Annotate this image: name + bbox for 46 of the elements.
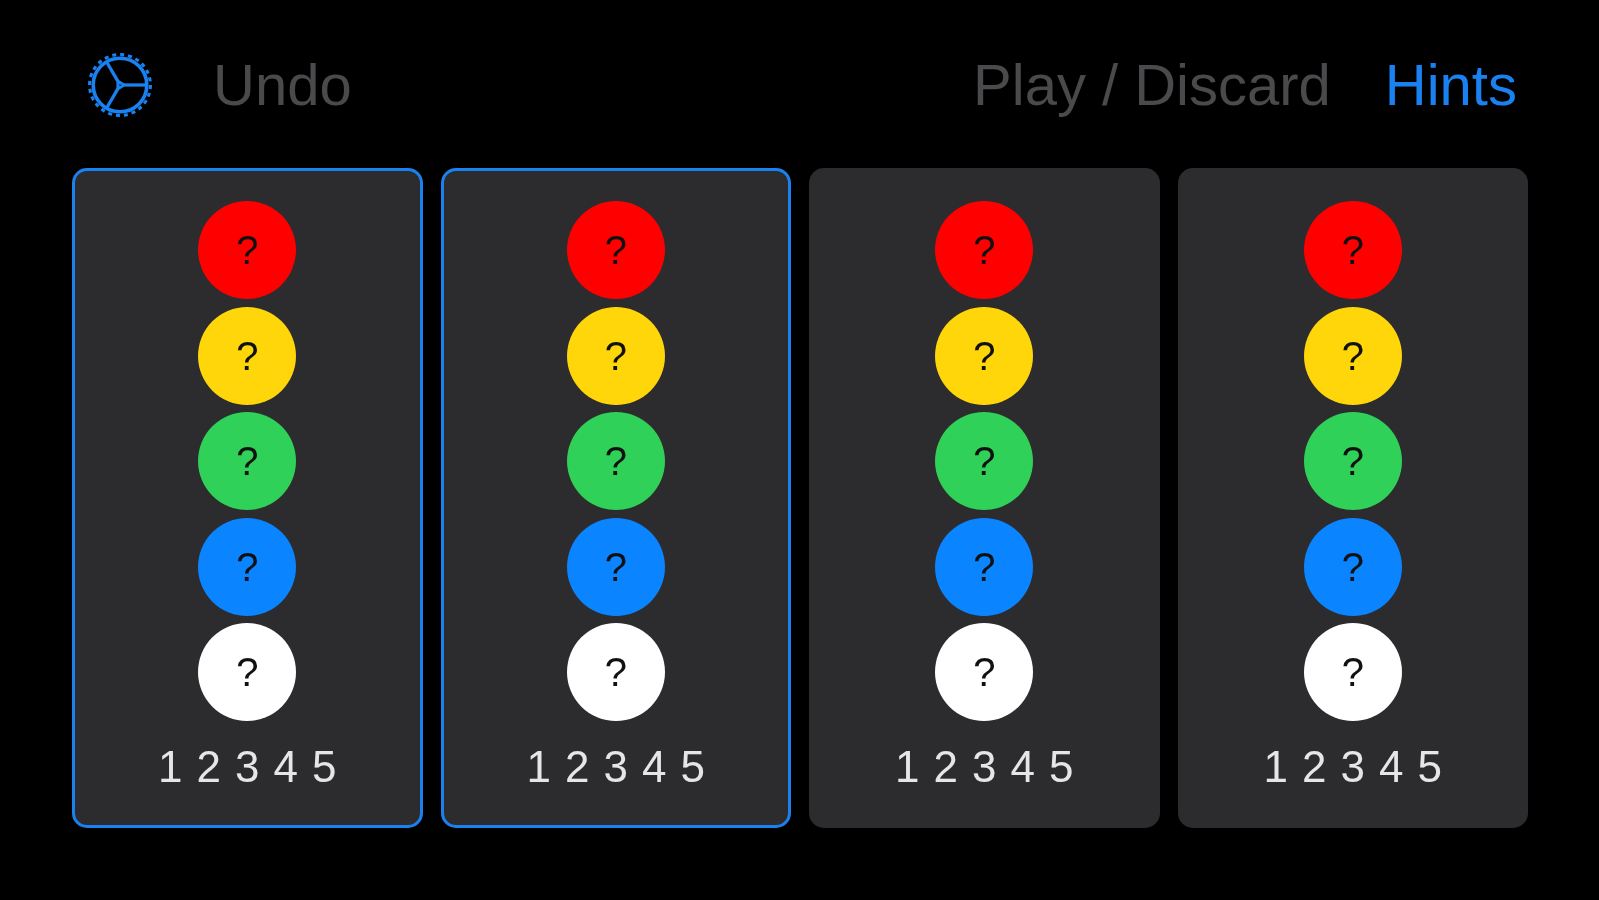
color-hint-button[interactable]: ? — [566, 517, 665, 616]
color-hint-button[interactable]: ? — [1303, 306, 1402, 405]
number-hint-option[interactable]: 5 — [311, 745, 337, 789]
color-hint-button[interactable]: ? — [1303, 412, 1402, 510]
number-hint-option[interactable]: 4 — [1379, 745, 1404, 789]
color-hint-button[interactable]: ? — [198, 517, 297, 616]
color-hint-button[interactable]: ? — [935, 412, 1034, 510]
color-hint-button[interactable]: ? — [1303, 623, 1402, 721]
number-hint-option[interactable]: 3 — [1340, 745, 1365, 789]
number-hint-option[interactable]: 1 — [895, 745, 920, 789]
number-hint-option[interactable]: 4 — [273, 745, 298, 789]
number-hint-option[interactable]: 4 — [1010, 745, 1035, 789]
number-hint-option[interactable]: 5 — [680, 745, 705, 789]
number-hint-option[interactable]: 2 — [1302, 745, 1327, 789]
number-hint-option[interactable]: 1 — [1263, 745, 1288, 789]
color-hint-button[interactable]: ? — [566, 623, 665, 721]
color-hint-button[interactable]: ? — [935, 306, 1034, 405]
number-hint-option[interactable]: 2 — [933, 745, 958, 789]
hint-card[interactable]: ? ? ? ? ? 1 2 3 4 5 — [440, 168, 791, 828]
number-hint-option[interactable]: 3 — [235, 745, 260, 789]
hint-card[interactable]: ? ? ? ? ? 1 2 3 4 5 — [72, 168, 423, 828]
number-hint-option[interactable]: 5 — [1048, 745, 1074, 789]
color-hint-button[interactable]: ? — [935, 623, 1034, 721]
color-hint-button[interactable]: ? — [566, 306, 665, 405]
color-hint-button[interactable]: ? — [566, 201, 665, 299]
number-hint-option[interactable]: 1 — [526, 745, 551, 789]
hint-card[interactable]: ? ? ? ? ? 1 2 3 4 5 — [809, 168, 1160, 828]
hint-card[interactable]: ? ? ? ? ? 1 2 3 4 5 — [1177, 168, 1528, 828]
color-hint-button[interactable]: ? — [1303, 517, 1402, 616]
number-hint-option[interactable]: 3 — [972, 745, 997, 789]
color-hint-button[interactable]: ? — [198, 412, 297, 510]
settings-icon[interactable] — [87, 52, 153, 118]
color-hint-button[interactable]: ? — [198, 306, 297, 405]
number-hint-option[interactable]: 2 — [565, 745, 590, 789]
color-hint-button[interactable]: ? — [566, 412, 665, 510]
number-hint-option[interactable]: 2 — [196, 745, 221, 789]
color-hint-button[interactable]: ? — [935, 201, 1034, 299]
color-hint-button[interactable]: ? — [1303, 201, 1402, 299]
number-hint-option[interactable]: 5 — [1417, 745, 1442, 789]
number-hint-option[interactable]: 4 — [642, 745, 667, 789]
mode-tab[interactable]: Hints — [1384, 56, 1517, 114]
number-hint-option[interactable]: 3 — [603, 745, 628, 789]
color-hint-button[interactable]: ? — [198, 623, 297, 721]
color-hint-button[interactable]: ? — [935, 517, 1034, 616]
color-hint-button[interactable]: ? — [198, 201, 297, 299]
number-hint-option[interactable]: 1 — [158, 745, 183, 789]
